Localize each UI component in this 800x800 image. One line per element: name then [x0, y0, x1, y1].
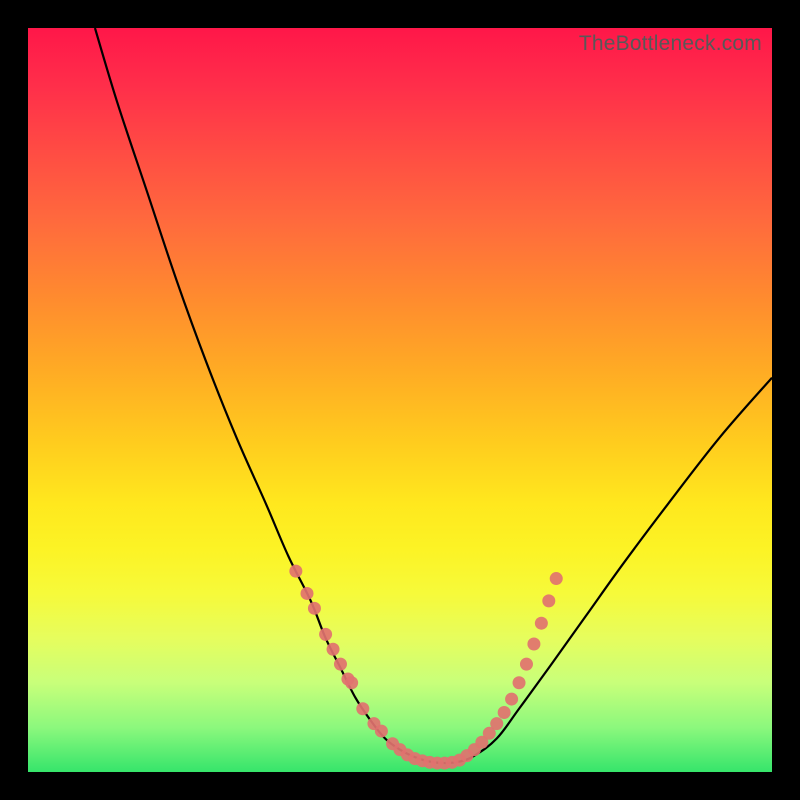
- data-point: [345, 676, 358, 689]
- data-point: [520, 658, 533, 671]
- data-point: [535, 617, 548, 630]
- data-point: [301, 587, 314, 600]
- plot-area: TheBottleneck.com: [28, 28, 772, 772]
- data-point: [308, 602, 321, 615]
- data-point: [490, 717, 503, 730]
- chart-frame: TheBottleneck.com: [0, 0, 800, 800]
- data-point: [375, 725, 388, 738]
- data-point: [356, 702, 369, 715]
- data-point: [550, 572, 563, 585]
- data-point: [327, 643, 340, 656]
- chart-svg: [28, 28, 772, 772]
- data-point: [334, 658, 347, 671]
- data-point: [542, 594, 555, 607]
- data-point: [319, 628, 332, 641]
- data-point: [505, 693, 518, 706]
- data-point: [289, 565, 302, 578]
- data-point: [527, 638, 540, 651]
- data-point: [513, 676, 526, 689]
- data-point: [498, 706, 511, 719]
- curve-line: [95, 28, 772, 763]
